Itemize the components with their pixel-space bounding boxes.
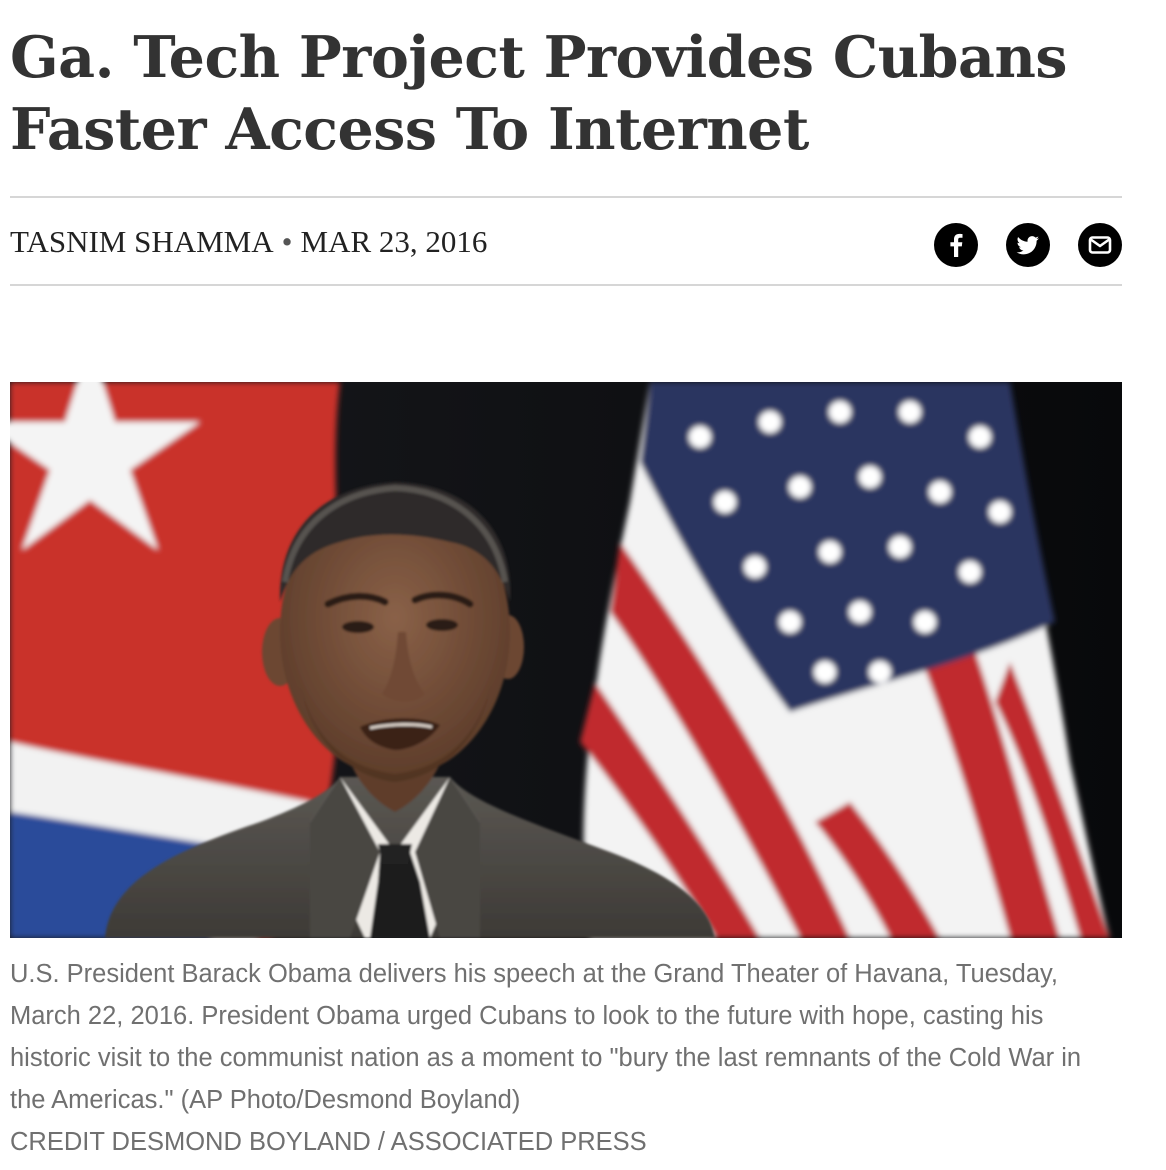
photo-illustration	[10, 382, 1122, 938]
twitter-share-button[interactable]	[1006, 223, 1050, 267]
caption-text: U.S. President Barack Obama delivers his…	[10, 960, 1082, 1114]
email-icon	[1088, 236, 1112, 254]
email-share-button[interactable]	[1078, 223, 1122, 267]
publish-date: MAR 23, 2016	[300, 224, 488, 259]
photo-caption: U.S. President Barack Obama delivers his…	[10, 953, 1122, 1163]
author-name[interactable]: TASNIM SHAMMA	[10, 224, 274, 259]
article-headline: Ga. Tech Project Provides Cubans Faster …	[10, 24, 1067, 163]
article: Ga. Tech Project Provides Cubans Faster …	[10, 0, 1122, 1156]
share-buttons	[934, 223, 1122, 267]
facebook-icon	[950, 233, 963, 257]
article-photo	[10, 382, 1122, 938]
byline-separator: •	[281, 224, 293, 259]
twitter-icon	[1016, 236, 1039, 255]
byline: TASNIM SHAMMA • MAR 23, 2016	[10, 224, 487, 260]
byline-bar: TASNIM SHAMMA • MAR 23, 2016	[10, 196, 1122, 286]
facebook-share-button[interactable]	[934, 223, 978, 267]
photo-credit: CREDIT DESMOND BOYLAND / ASSOCIATED PRES…	[10, 1128, 647, 1156]
